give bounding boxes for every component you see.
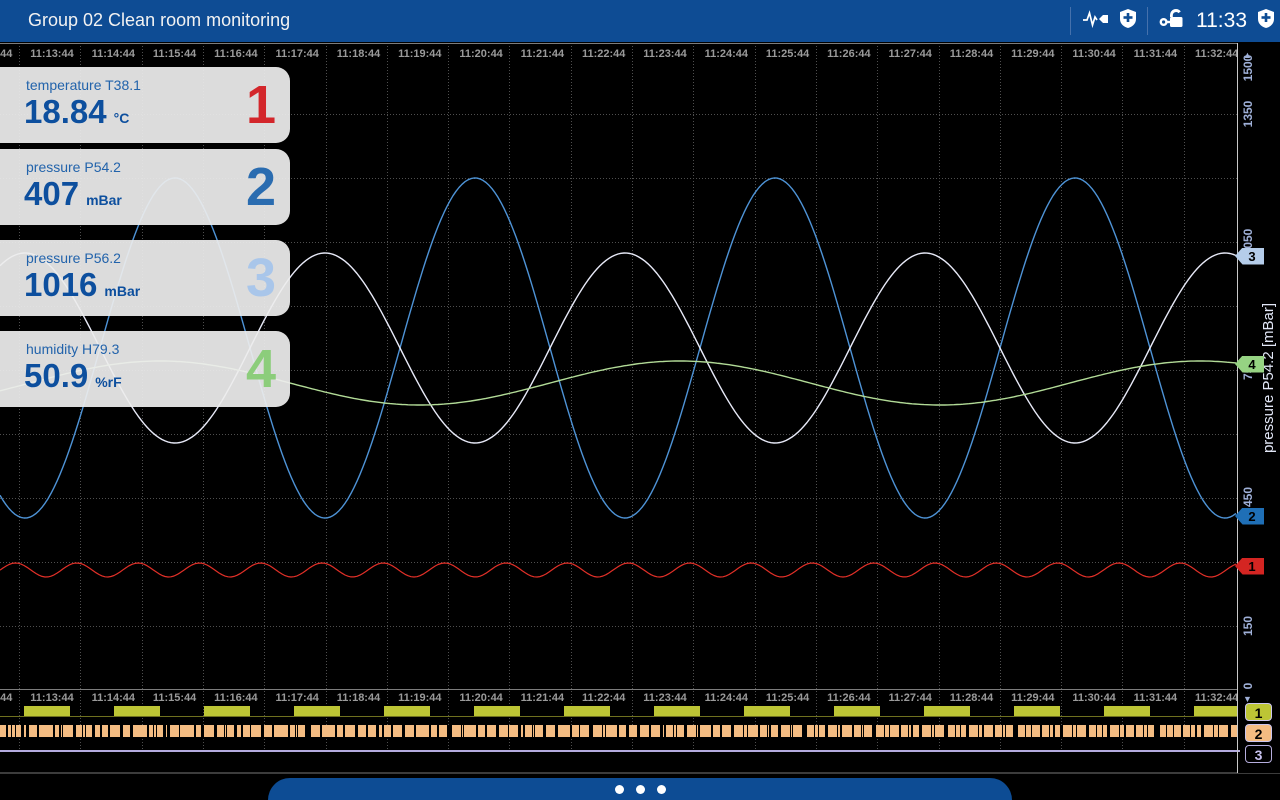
y-axis-title: pressure P54.2 [mBar] [1260, 303, 1277, 453]
digital-section-divider [0, 750, 1240, 752]
channel-card-3[interactable]: pressure P56.2 1016mBar 3 [0, 240, 290, 316]
nav-dot [615, 785, 624, 794]
channel-2-number: 2 [246, 160, 276, 214]
channel-4-value: 50.9 [24, 357, 88, 394]
digital-channel-1-badge: 1 [1245, 703, 1272, 721]
channel-3-number: 3 [246, 251, 276, 305]
y-axis-line [1237, 43, 1238, 773]
nav-dot [636, 785, 645, 794]
y-axis-tick-label: 0 [1241, 683, 1255, 690]
digital-channel-1-baseline [0, 716, 1240, 717]
channel-card-2[interactable]: pressure P54.2 407mBar 2 [0, 149, 290, 225]
nav-dot [657, 785, 666, 794]
channel-4-unit: %rF [95, 374, 121, 390]
curve-temperature-t38.1 [0, 563, 1236, 577]
shield-plus-icon [1258, 9, 1274, 33]
channel-card-1[interactable]: temperature T38.1 18.84°C 1 [0, 67, 290, 143]
nav-dots[interactable] [268, 778, 1012, 794]
y-axis-tick-label: 1350 [1241, 101, 1255, 128]
y-axis-tick-label: 150 [1241, 616, 1255, 636]
recording-indicator-icon [1082, 10, 1109, 33]
data-recorder-screen: Group 02 Clean room monitoring [0, 0, 1280, 800]
header-separator [1070, 7, 1071, 35]
channel-card-4[interactable]: humidity H79.3 50.9%rF 4 [0, 331, 290, 407]
header-bar[interactable]: Group 02 Clean room monitoring [0, 0, 1280, 42]
channel-1-number: 1 [246, 78, 276, 132]
channel-1-value: 18.84 [24, 93, 107, 130]
channel-4-number: 4 [246, 342, 276, 396]
y-axis-tick-label: 450 [1241, 487, 1255, 507]
channel-2-value: 407 [24, 175, 79, 212]
y-axis-tick-label: 1500 [1241, 55, 1255, 82]
group-title: Group 02 Clean room monitoring [28, 10, 290, 31]
channel-1-unit: °C [114, 110, 130, 126]
channel-2-unit: mBar [86, 192, 122, 208]
channel-3-unit: mBar [104, 283, 140, 299]
channel-3-value: 1016 [24, 266, 97, 303]
header-separator [1147, 7, 1148, 35]
digital-channel-3-badge: 3 [1245, 745, 1272, 763]
unlocked-key-icon [1159, 8, 1185, 35]
digital-channel-2-trace [0, 725, 1240, 737]
digital-channel-2-badge: 2 [1245, 724, 1272, 742]
header-status-area: 11:33 [1070, 0, 1274, 42]
shield-plus-icon [1120, 9, 1136, 33]
clock: 11:33 [1196, 9, 1247, 33]
screen-bottom-divider [0, 772, 1280, 774]
time-label: 11:32:44 [1180, 692, 1237, 704]
bottom-nav-bar[interactable] [268, 778, 1012, 800]
